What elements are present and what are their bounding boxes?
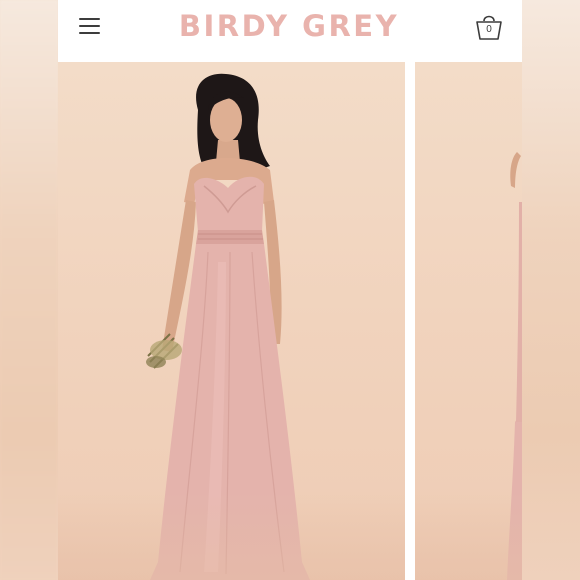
hamburger-menu-icon	[79, 18, 100, 20]
product-image-gallery[interactable]	[58, 62, 522, 580]
hamburger-menu-icon-bar	[79, 32, 100, 34]
photo-floor-shadow	[415, 490, 522, 580]
photo-backdrop-right	[522, 0, 580, 580]
cart-button[interactable]: 0	[472, 9, 506, 43]
photo-floor-shadow	[58, 490, 405, 580]
app-screen: BIRDY GREY 0	[58, 0, 522, 580]
menu-button[interactable]	[78, 14, 102, 38]
photo-backdrop-left	[0, 0, 58, 580]
product-image-next[interactable]	[415, 62, 522, 580]
cart-count-badge: 0	[486, 24, 492, 35]
product-image-main[interactable]	[58, 62, 405, 580]
brand-logo[interactable]: BIRDY GREY	[173, 8, 405, 44]
bouquet-illustration	[146, 333, 182, 369]
site-header: BIRDY GREY 0	[58, 0, 522, 62]
hamburger-menu-icon-bar	[79, 25, 100, 27]
